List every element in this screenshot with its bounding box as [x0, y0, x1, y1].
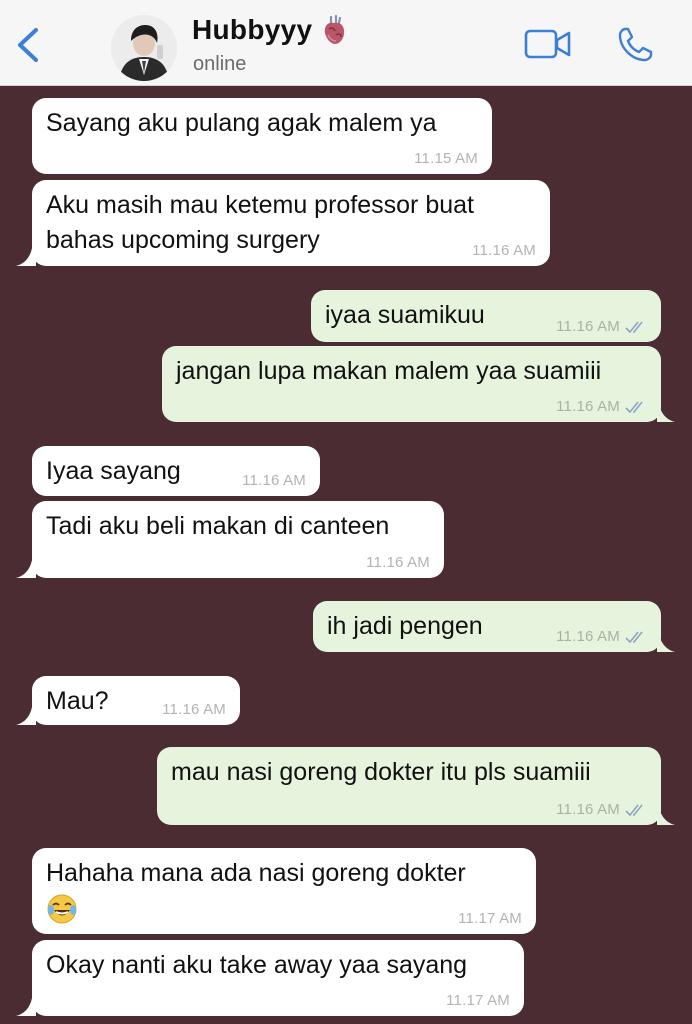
message-incoming[interactable]: Aku masih mau ketemu professor buat baha… [16, 180, 550, 266]
message-incoming[interactable]: Tadi aku beli makan di canteen 11.16 AM [16, 501, 444, 578]
message-time: 11.16 AM [556, 628, 620, 645]
message-text: jangan lupa makan malem yaa suamiii [176, 357, 602, 385]
message-list[interactable]: Sayang aku pulang agak malem ya 11.15 AM… [0, 86, 692, 1024]
message-meta: 11.16 AM [556, 318, 647, 336]
message-time: 11.16 AM [242, 472, 306, 489]
message-outgoing[interactable]: jangan lupa makan malem yaa suamiii 11.1… [162, 346, 675, 422]
phone-icon[interactable] [616, 26, 654, 64]
chevron-left-icon[interactable] [10, 24, 46, 66]
message-outgoing[interactable]: mau nasi goreng dokter itu pls suamiii 1… [157, 747, 675, 825]
bubble-tail [657, 634, 675, 652]
contact-name: Hubbyyy [192, 14, 313, 45]
anatomical-heart-icon [325, 15, 345, 44]
bubble-tail [16, 707, 36, 725]
bubble-tail [16, 248, 36, 266]
message-text: iyaa suamikuu [325, 301, 485, 329]
message-incoming[interactable]: Hahaha mana ada nasi goreng dokter 11.17… [32, 848, 536, 934]
message-text: Sayang aku pulang agak malem ya [46, 109, 437, 137]
bubble-tail [16, 560, 36, 578]
message-time: 11.16 AM [472, 242, 536, 259]
message-meta: 11.16 AM [556, 628, 647, 646]
message-text: Okay nanti aku take away yaa sayang [46, 951, 468, 979]
message-text: Iyaa sayang [46, 457, 181, 485]
message-time: 11.16 AM [366, 554, 430, 571]
message-text: Tadi aku beli makan di canteen [46, 512, 390, 540]
message-incoming[interactable]: Iyaa sayang 11.16 AM [32, 446, 320, 496]
message-time: 11.16 AM [162, 701, 226, 718]
message-time: 11.17 AM [458, 910, 522, 927]
message-text: Hahaha mana ada nasi goreng dokter [46, 859, 466, 887]
chat-header: Hubbyyy online [0, 0, 692, 86]
message-outgoing[interactable]: ih jadi pengen 11.16 AM [313, 601, 675, 652]
message-meta: 11.16 AM [556, 398, 647, 416]
message-text: ih jadi pengen [327, 612, 483, 640]
message-incoming[interactable]: Sayang aku pulang agak malem ya 11.15 AM [32, 98, 492, 174]
contact-status: online [193, 53, 247, 75]
avatar[interactable] [111, 15, 177, 81]
bubble-tail [657, 807, 675, 825]
double-check-icon [625, 631, 643, 643]
message-outgoing[interactable]: iyaa suamikuu 11.16 AM [311, 290, 661, 342]
contact-title[interactable]: Hubbyyy [192, 14, 346, 46]
face-with-tears-of-joy-icon [47, 894, 77, 924]
double-check-icon [625, 804, 643, 816]
double-check-icon [625, 321, 643, 333]
double-check-icon [625, 401, 643, 413]
message-incoming[interactable]: Mau? 11.16 AM [16, 676, 240, 725]
bubble-tail [657, 404, 675, 422]
message-time: 11.17 AM [446, 992, 510, 1009]
message-text: Mau? [46, 687, 109, 715]
message-text: mau nasi goreng dokter itu pls suamiii [171, 758, 591, 786]
message-time: 11.15 AM [414, 150, 478, 167]
message-incoming[interactable]: Okay nanti aku take away yaa sayang 11.1… [16, 940, 524, 1016]
bubble-tail [16, 998, 36, 1016]
video-camera-icon[interactable] [524, 28, 572, 60]
message-time: 11.16 AM [556, 398, 620, 415]
message-meta: 11.16 AM [556, 801, 647, 819]
message-time: 11.16 AM [556, 318, 620, 335]
message-text: Aku masih mau ketemu professor buat baha… [46, 191, 474, 254]
message-time: 11.16 AM [556, 801, 620, 818]
